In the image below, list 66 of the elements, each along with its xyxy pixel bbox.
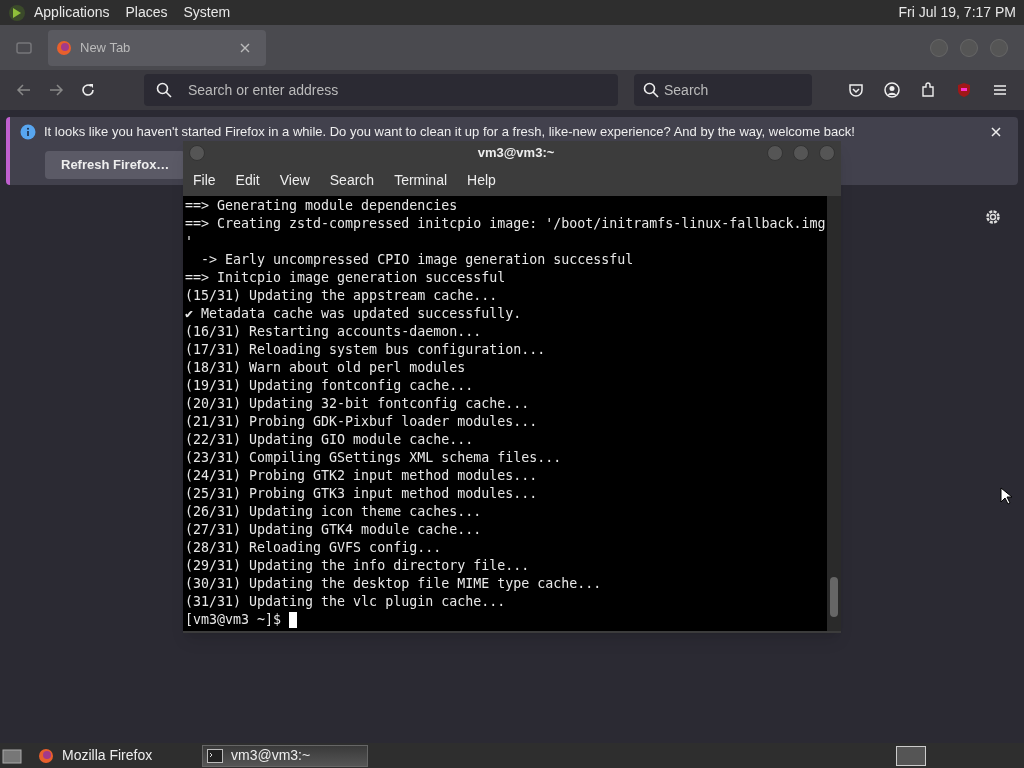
window-title: vm3@vm3:~ <box>476 144 556 163</box>
terminal-line: (25/31) Probing GTK3 input method modules... <box>185 485 539 503</box>
terminal-line: (19/31) Updating fontconfig cache... <box>185 377 475 395</box>
terminal-icon <box>207 748 223 763</box>
panel-menu[interactable]: Places <box>125 2 168 23</box>
search-field[interactable]: Search <box>634 74 812 106</box>
panel-menu[interactable]: System <box>183 2 231 23</box>
refresh-button[interactable]: Refresh Firefox… <box>45 150 186 179</box>
terminal-line: (20/31) Updating 32-bit fontconfig cache... <box>185 395 531 413</box>
menu-item[interactable]: Edit <box>235 170 260 191</box>
scrollbar[interactable] <box>827 196 841 631</box>
mouse-cursor-icon <box>1000 487 1012 505</box>
close-icon[interactable] <box>990 125 1002 138</box>
distro-logo-icon[interactable] <box>8 3 26 22</box>
address-field[interactable]: Search or enter address <box>144 74 618 106</box>
info-icon <box>20 123 36 140</box>
pocket-icon[interactable] <box>848 82 864 98</box>
menu-item[interactable]: Help <box>467 170 496 191</box>
panel-menu[interactable]: Applications <box>34 2 110 23</box>
workspace-switcher[interactable] <box>896 745 926 766</box>
terminal-line: (15/31) Updating the appstream cache... <box>185 287 499 305</box>
terminal-line: (23/31) Compiling GSettings XML schema files... <box>185 449 563 467</box>
terminal-line: (17/31) Reloading system bus configuration... <box>185 341 547 359</box>
menu-icon[interactable] <box>992 82 1008 98</box>
forward-icon[interactable] <box>48 82 64 98</box>
terminal-line: (21/31) Probing GDK-Pixbuf loader modules... <box>185 413 539 431</box>
menu-item[interactable]: File <box>193 170 216 191</box>
settings-icon[interactable] <box>984 208 1002 226</box>
terminal-line: (29/31) Updating the info directory file... <box>185 557 531 575</box>
taskbar-item[interactable]: Mozilla Firefox <box>34 744 194 767</box>
terminal-line: (30/31) Updating the desktop file MIME type cache... <box>185 575 603 593</box>
terminal-line: (26/31) Updating icon theme caches... <box>185 503 483 521</box>
close-icon[interactable] <box>240 42 250 53</box>
menu-item[interactable]: View <box>279 170 310 191</box>
browser-logo-icon <box>56 39 72 56</box>
taskbar-item[interactable]: vm3@vm3:~ <box>202 744 368 767</box>
terminal-line: (27/31) Updating GTK4 module cache... <box>185 521 483 539</box>
menu-item[interactable]: Search <box>329 170 375 191</box>
account-icon[interactable] <box>884 82 900 98</box>
clock[interactable]: Fri Jul 19, 7:17 PM <box>898 2 1016 23</box>
reload-icon[interactable] <box>80 82 96 98</box>
tab-title: New Tab <box>80 38 131 57</box>
terminal-line: (28/31) Reloading GVFS config... <box>185 539 443 557</box>
text-cursor <box>289 612 298 628</box>
terminal-line: (22/31) Updating GIO module cache... <box>185 431 475 449</box>
terminal-line: ' <box>185 233 194 251</box>
browser-tab[interactable]: New Tab <box>48 29 266 66</box>
notification-message: It looks like you haven't started Firefox in a while. Do you want to clean it up for a fresh, like-new experience? And by the way, welcome back! <box>44 123 855 141</box>
terminal-line: -> Early uncompressed CPIO image generation successful <box>200 251 635 269</box>
show-desktop-icon[interactable] <box>2 746 22 765</box>
terminal-line: (18/31) Warn about old perl modules <box>185 359 467 377</box>
terminal-prompt: [vm3@vm3 ~]$ <box>185 611 282 629</box>
terminal-line: ==> Generating module dependencies <box>185 197 459 215</box>
terminal-line: ✔ Metadata cache was updated successfully. <box>185 305 523 323</box>
terminal-line: ==> Initcpio image generation successful <box>185 269 507 287</box>
terminal-line: ==> Creating zstd-compressed initcpio image: '/boot/initramfs-linux-fallback.img <box>185 215 827 233</box>
extensions-icon[interactable] <box>920 82 936 98</box>
terminal-line: (31/31) Updating the vlc plugin cache... <box>185 593 507 611</box>
browser-logo-icon <box>38 747 54 764</box>
search-icon <box>156 82 172 98</box>
search-icon <box>643 82 659 98</box>
shield-icon[interactable] <box>956 82 972 98</box>
back-icon[interactable] <box>16 82 32 98</box>
menu-item[interactable]: Terminal <box>394 170 448 191</box>
terminal-line: (24/31) Probing GTK2 input method modules... <box>185 467 539 485</box>
terminal-line: (16/31) Restarting accounts-daemon... <box>185 323 483 341</box>
